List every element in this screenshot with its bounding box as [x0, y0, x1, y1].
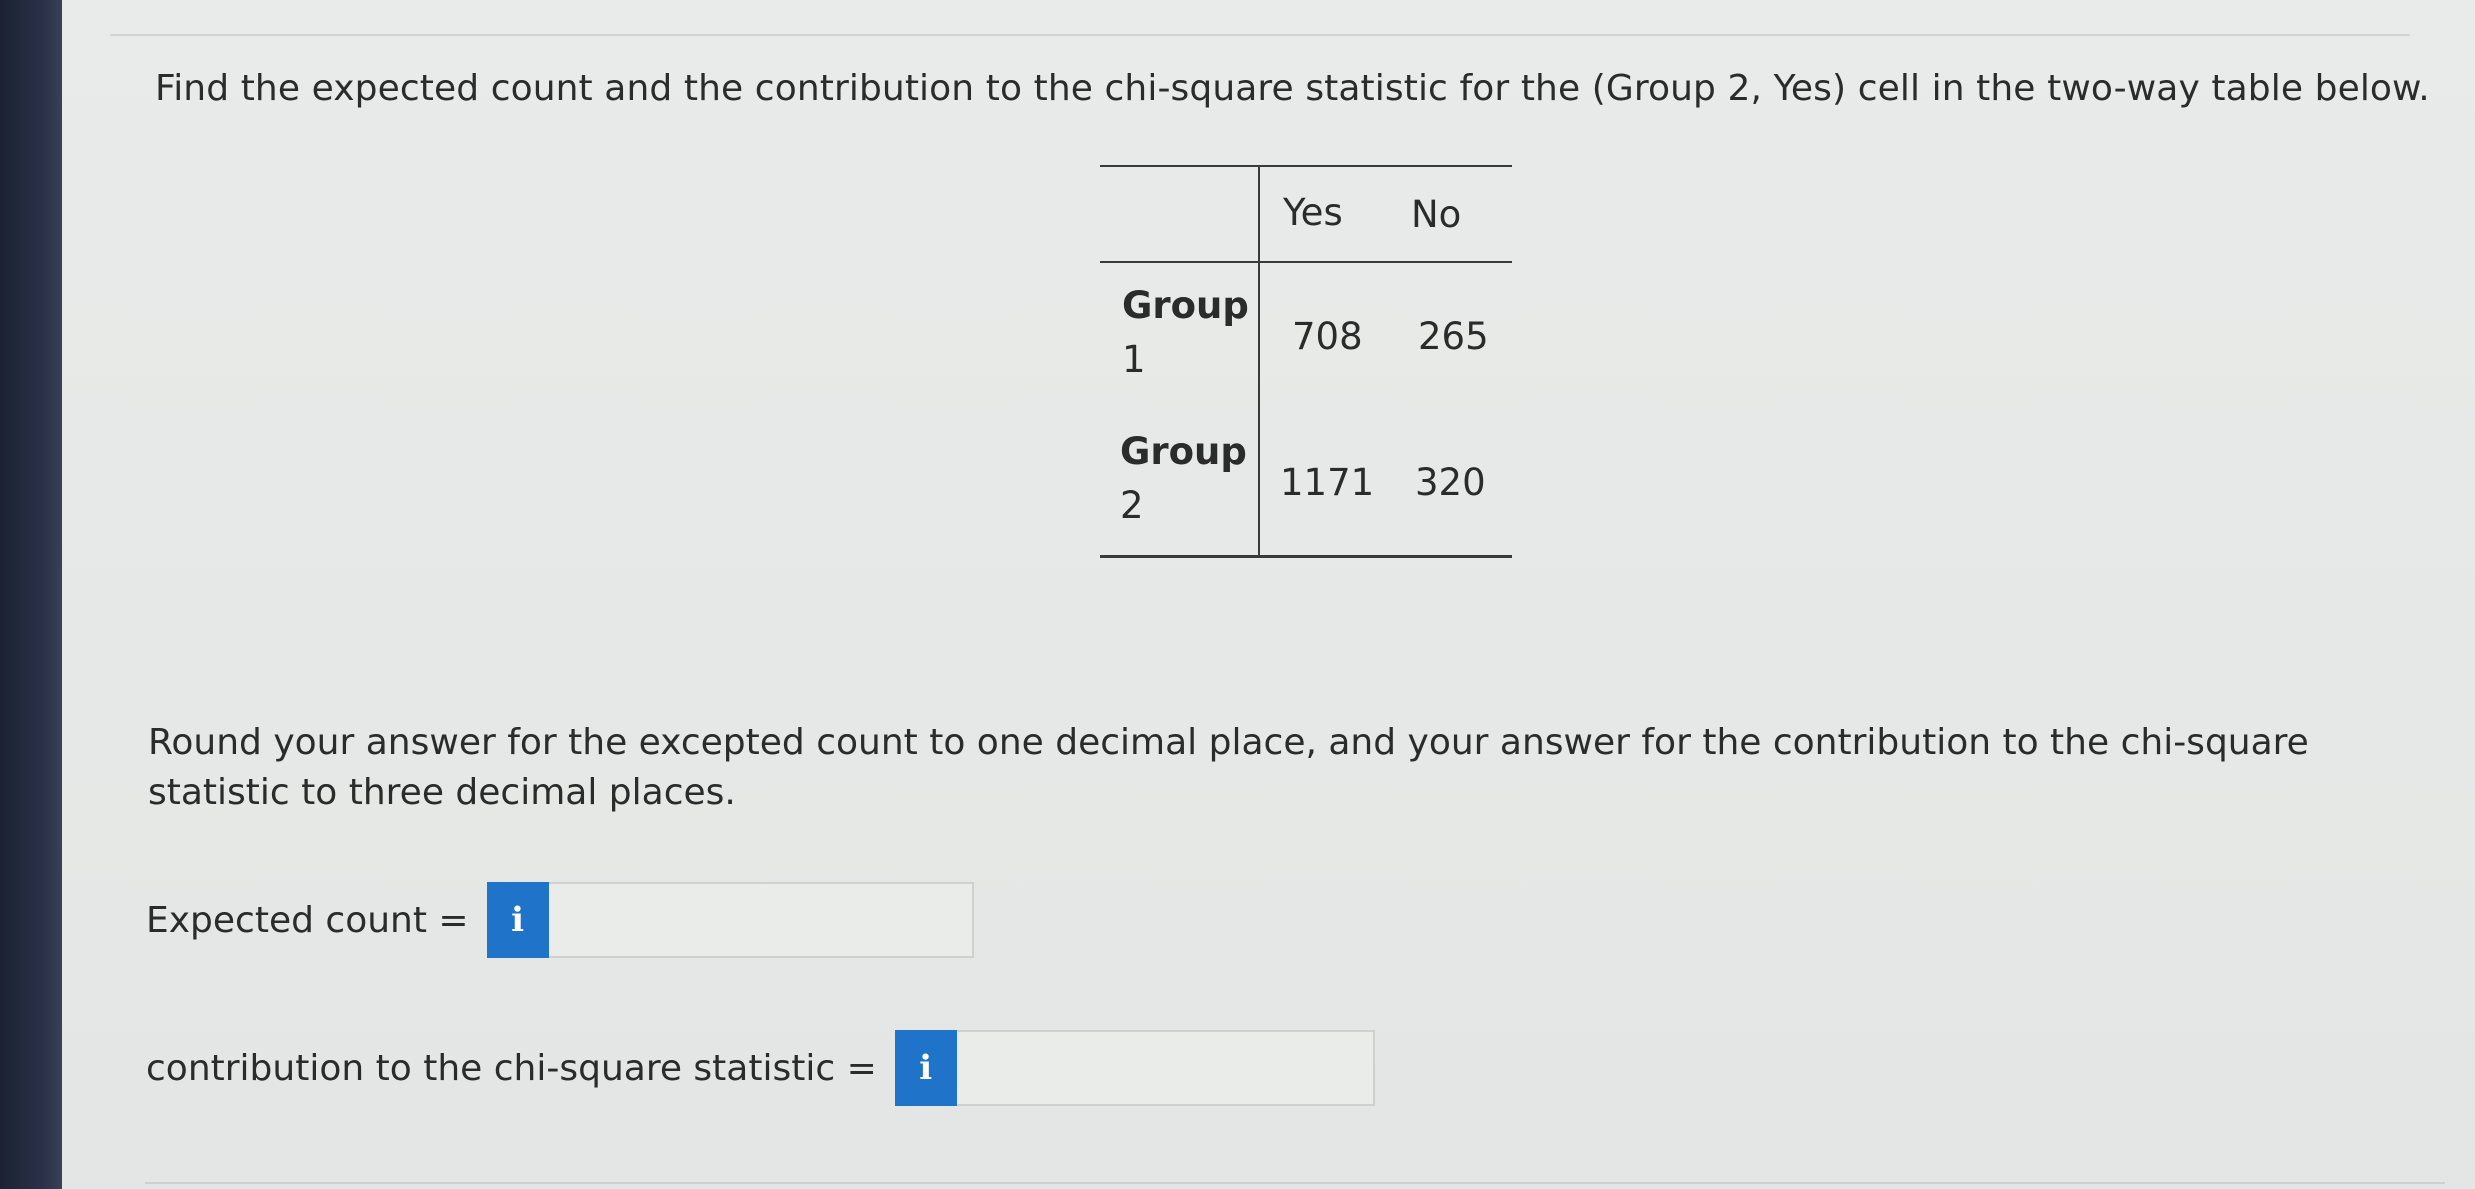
top-divider: [110, 34, 2410, 36]
cell-group-1-yes: 708: [1292, 315, 1363, 358]
bottom-divider: [145, 1182, 2445, 1184]
contribution-label: contribution to the chi-square statistic…: [146, 1047, 877, 1089]
column-header-yes: Yes: [1283, 191, 1343, 234]
cell-group-2-no: 320: [1415, 461, 1486, 504]
cell-group-1-no: 265: [1418, 315, 1489, 358]
expected-count-input[interactable]: [548, 882, 974, 958]
row-header-group-1-line1: Group: [1122, 284, 1249, 327]
table-header-rule: [1100, 261, 1512, 263]
two-way-table: Yes No Group 1 708 265 Group 2 1171 320: [1100, 165, 1512, 558]
table-top-rule: [1100, 165, 1512, 167]
expected-count-row: Expected count = i: [146, 882, 974, 958]
info-icon[interactable]: i: [486, 882, 549, 958]
left-sidebar-strip: [0, 0, 62, 1189]
rounding-instructions: Round your answer for the excepted count…: [148, 722, 2309, 813]
info-icon-glyph: i: [511, 900, 525, 940]
cell-group-2-yes: 1171: [1280, 461, 1375, 504]
info-icon-glyph: i: [919, 1048, 933, 1088]
expected-count-label: Expected count =: [146, 899, 469, 941]
table-bottom-rule: [1100, 555, 1512, 558]
question-text: Find the expected count and the contribu…: [155, 68, 2430, 109]
row-header-group-1-line2: 1: [1122, 338, 1146, 381]
column-header-no: No: [1411, 193, 1462, 236]
row-header-group-2-line1: Group: [1120, 430, 1247, 473]
row-header-group-2-line2: 2: [1120, 484, 1144, 527]
row-header-group-1: Group 1: [1122, 279, 1262, 387]
contribution-row: contribution to the chi-square statistic…: [146, 1030, 1375, 1106]
info-icon[interactable]: i: [894, 1030, 957, 1106]
contribution-input[interactable]: [956, 1030, 1375, 1106]
row-header-group-2: Group 2: [1120, 425, 1260, 533]
